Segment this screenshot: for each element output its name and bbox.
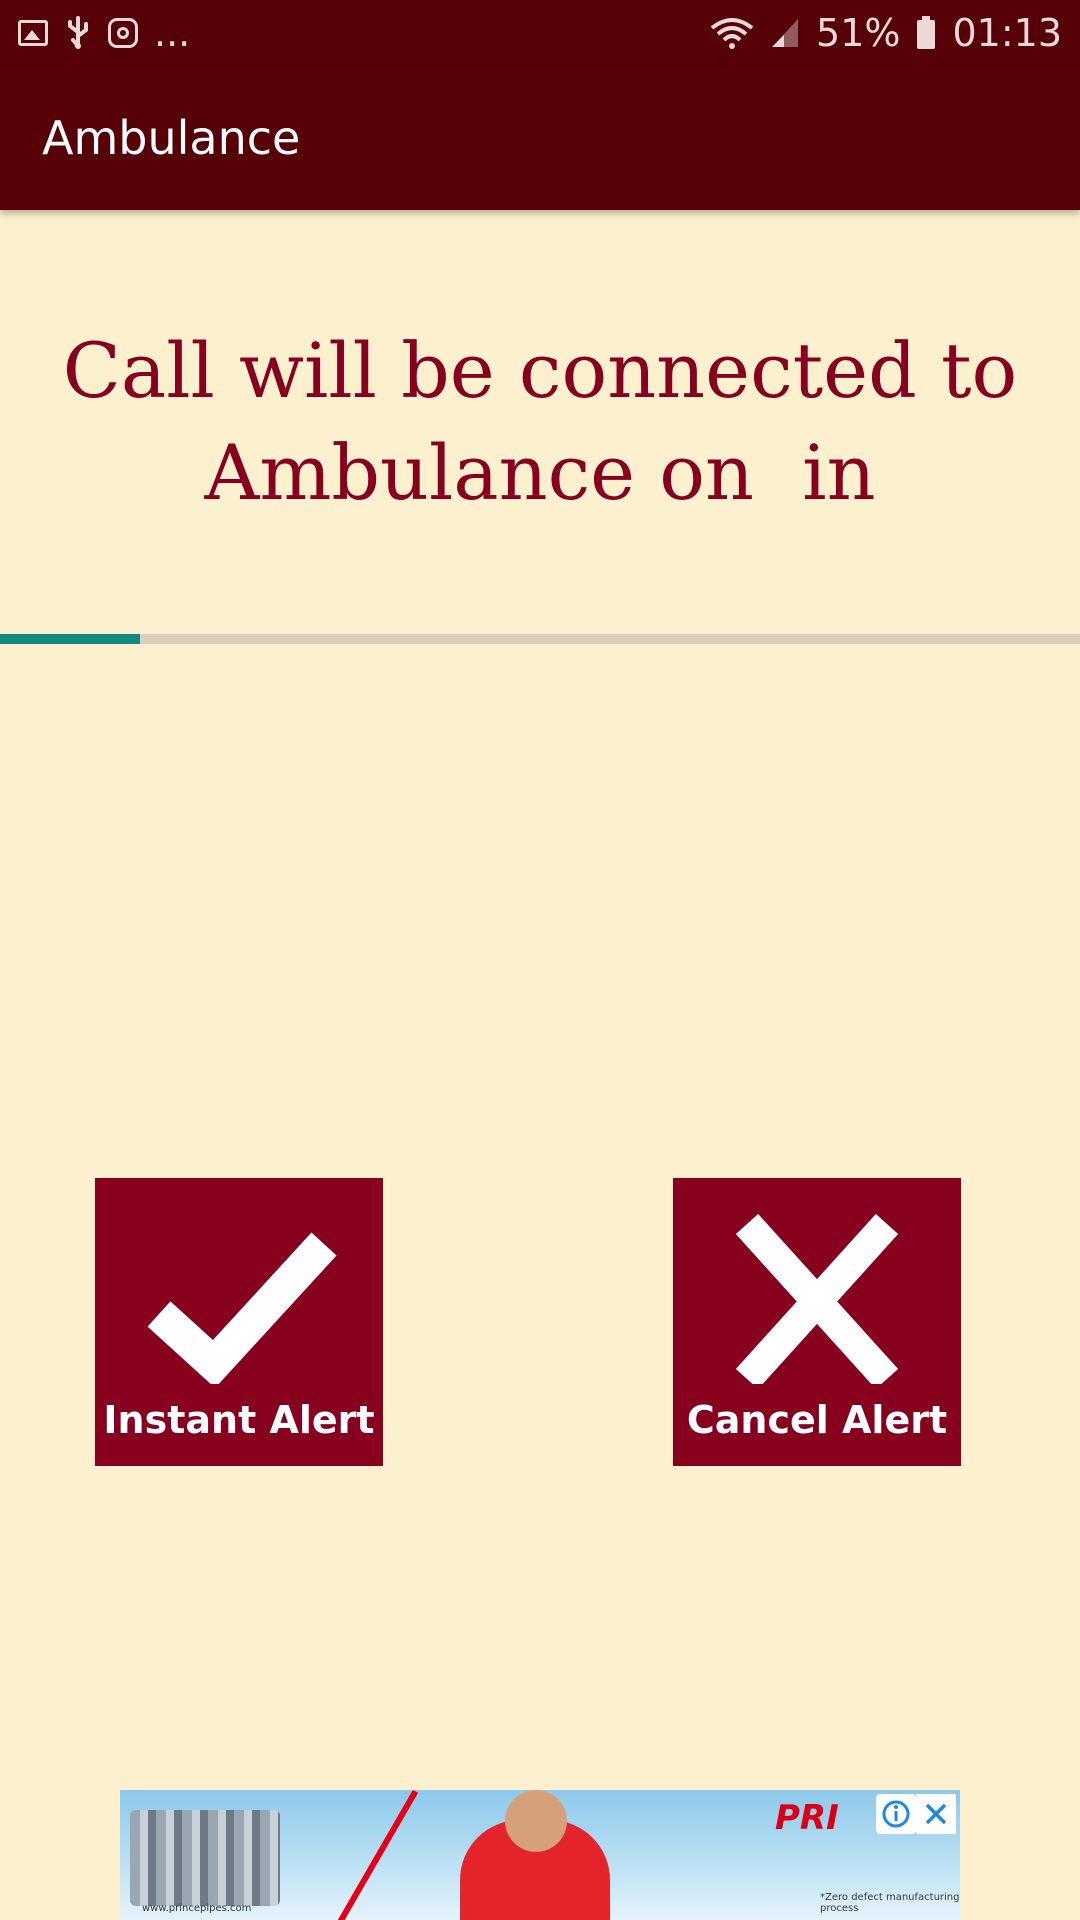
cancel-alert-button[interactable]: Cancel Alert <box>673 1178 961 1466</box>
app-bar: Ambulance <box>0 66 1080 210</box>
close-icon <box>735 1214 899 1384</box>
system-icons: 51% 01:13 <box>710 11 1062 55</box>
instant-alert-label: Instant Alert <box>103 1398 375 1442</box>
clock: 01:13 <box>952 11 1062 55</box>
usb-icon <box>68 16 88 49</box>
ad-close-button[interactable] <box>916 1794 956 1834</box>
check-icon <box>147 1232 337 1384</box>
more-notifications: ... <box>154 11 191 55</box>
gallery-icon <box>18 20 48 46</box>
battery-percent: 51% <box>816 11 901 55</box>
signal-icon <box>772 19 799 47</box>
ad-banner[interactable]: www.princepipes.com PRI *Zero defect man… <box>120 1790 960 1920</box>
ad-product-image <box>130 1810 280 1906</box>
ad-url: www.princepipes.com <box>142 1903 252 1914</box>
app-title: Ambulance <box>42 111 301 165</box>
progress-fill <box>0 634 141 644</box>
battery-icon <box>917 16 936 49</box>
info-icon <box>882 1800 910 1828</box>
instant-alert-button[interactable]: Instant Alert <box>95 1178 383 1466</box>
cancel-alert-label: Cancel Alert <box>686 1398 948 1442</box>
close-icon <box>925 1803 947 1825</box>
ad-decoration <box>327 1790 419 1920</box>
instagram-icon <box>108 18 138 48</box>
ad-brand-logo: PRI <box>775 1798 839 1838</box>
ad-tagline: *Zero defect manufacturing process <box>820 1892 960 1914</box>
connection-message: Call will be connected to Ambulance on i… <box>62 326 1042 517</box>
wifi-icon <box>710 18 754 49</box>
ad-person-head <box>505 1790 567 1852</box>
notification-icons: ... <box>18 11 190 55</box>
ad-info-button[interactable] <box>876 1794 916 1834</box>
status-bar: ... 51% 01:13 <box>0 0 1080 66</box>
countdown-progress-bar <box>0 634 1080 644</box>
